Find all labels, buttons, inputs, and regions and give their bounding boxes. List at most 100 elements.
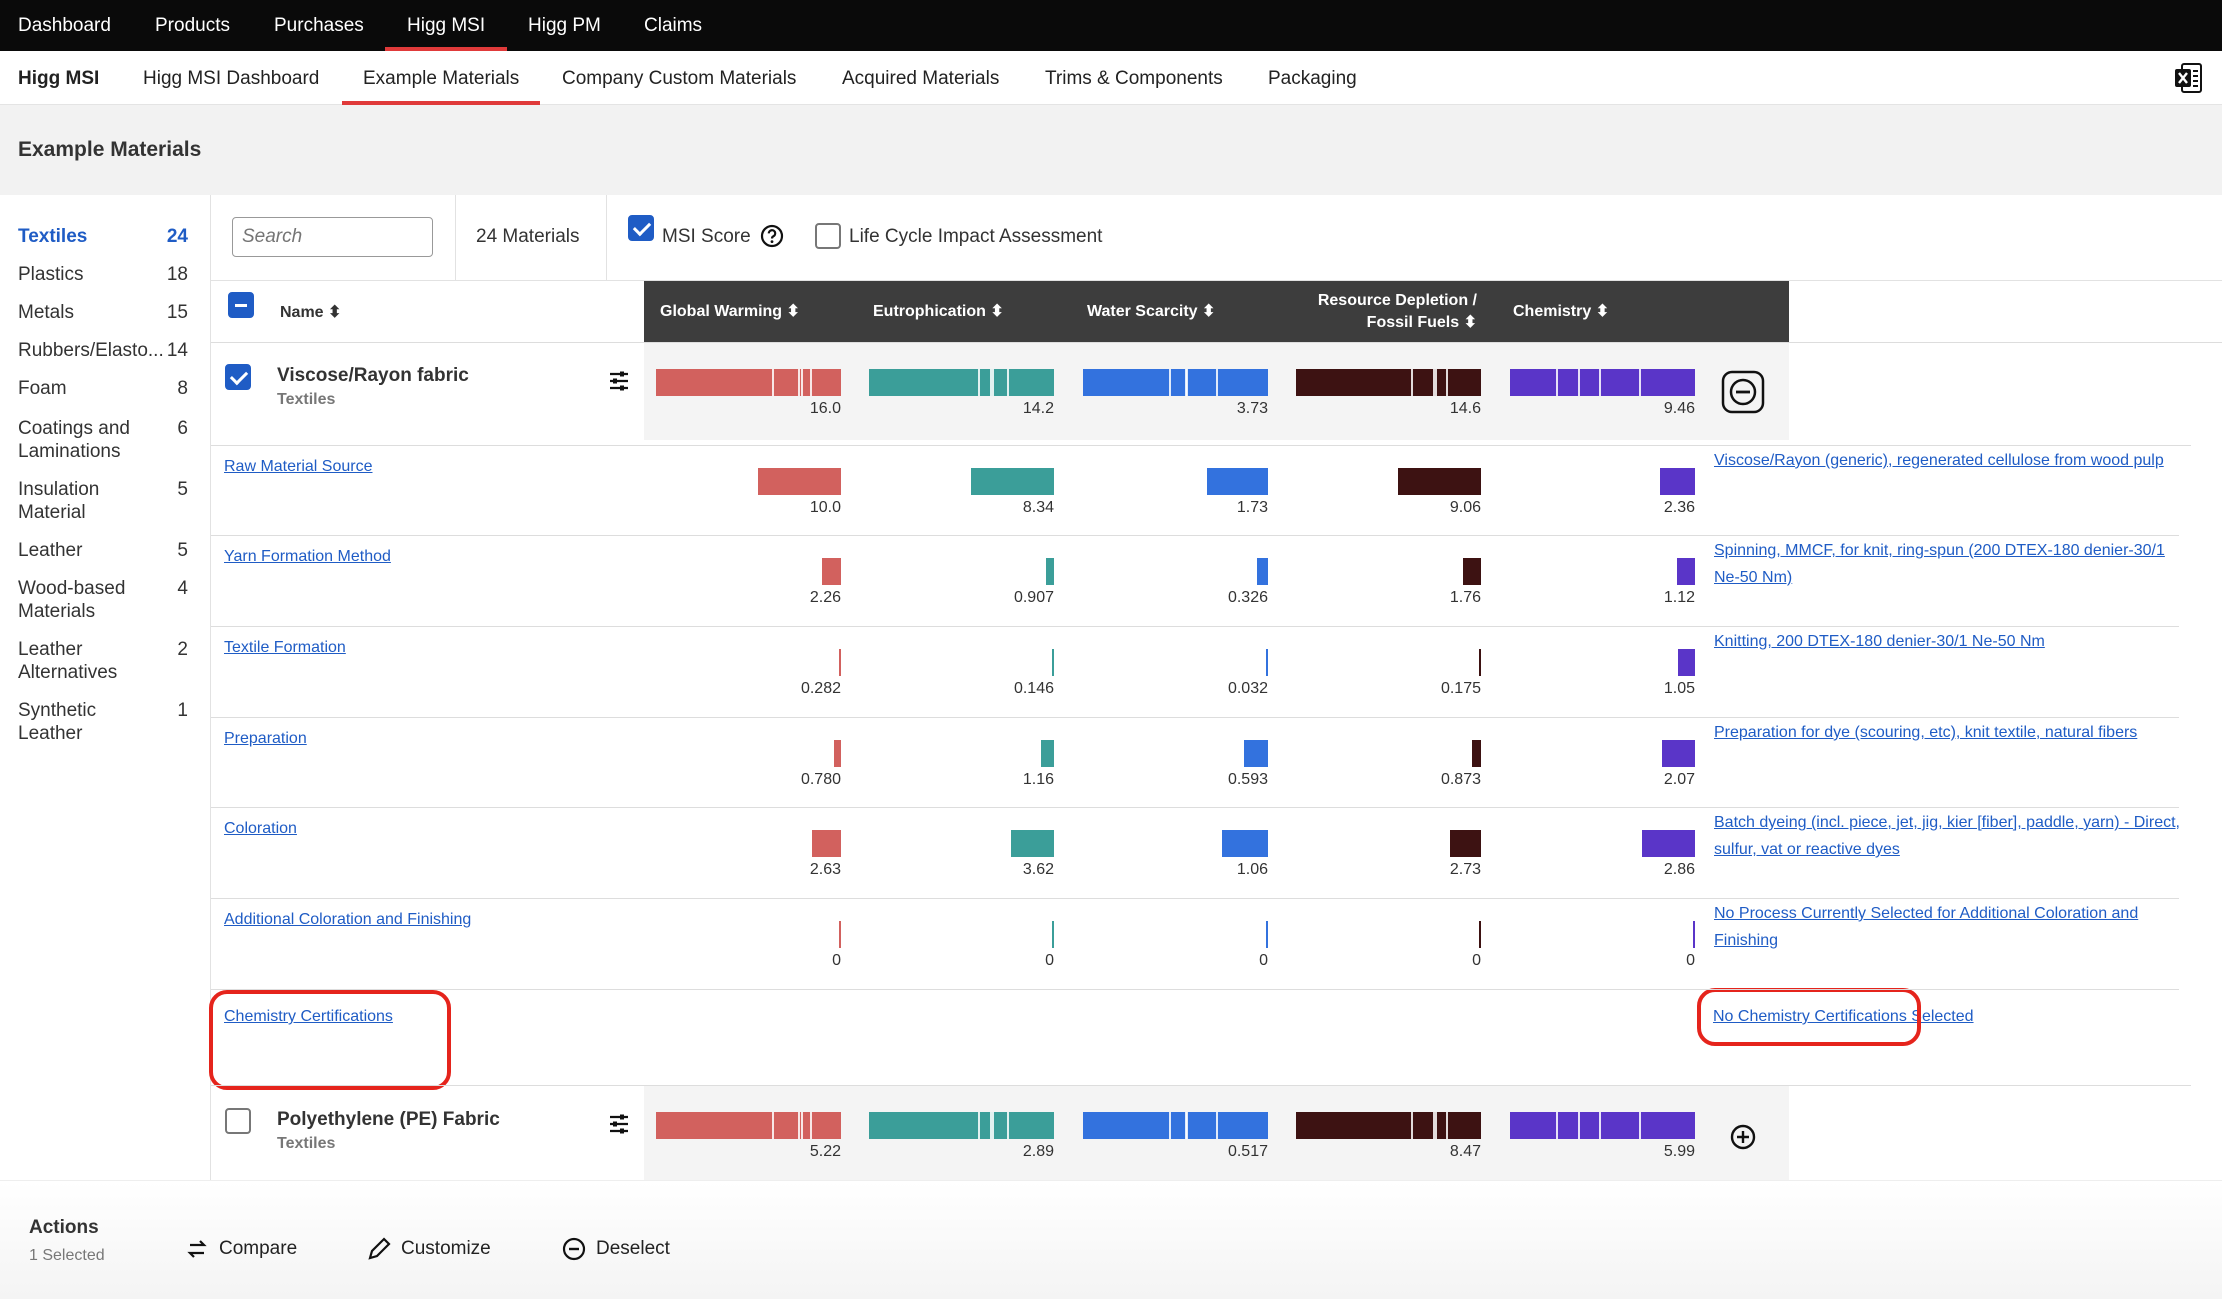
remove-material-icon[interactable] bbox=[1721, 370, 1765, 414]
customize-settings-icon[interactable] bbox=[608, 371, 630, 391]
tab-example-materials[interactable]: Example Materials bbox=[342, 51, 541, 105]
tab-trims-components[interactable]: Trims & Components bbox=[1045, 51, 1223, 105]
topnav-higg-msi[interactable]: Higg MSI bbox=[385, 0, 508, 51]
name-column-header[interactable]: Name ⬍ bbox=[280, 302, 341, 322]
stage-link[interactable]: Textile Formation bbox=[224, 639, 346, 657]
stage-label[interactable]: Additional Coloration and Finishing bbox=[224, 911, 471, 928]
stage-description[interactable]: Viscose/Rayon (generic), regenerated cel… bbox=[1714, 452, 2164, 469]
stage-link[interactable]: Raw Material Source bbox=[224, 458, 373, 476]
toolbar-divider bbox=[606, 195, 607, 281]
stage-link[interactable]: Coloration bbox=[224, 820, 297, 838]
topnav-dashboard[interactable]: Dashboard bbox=[18, 0, 111, 51]
stage-score-bar bbox=[1472, 740, 1481, 767]
sidebar-count-leather: 5 bbox=[177, 540, 188, 561]
stage-description-link[interactable]: Viscose/Rayon (generic), regenerated cel… bbox=[1714, 447, 2184, 474]
stage-score-value: 1.06 bbox=[1236, 861, 1268, 878]
customize-button[interactable]: Customize bbox=[367, 1237, 491, 1260]
deselect-button[interactable]: Deselect bbox=[562, 1237, 670, 1261]
stage-score-bar bbox=[1052, 921, 1054, 948]
stage-description[interactable]: Preparation for dye (scouring, etc), kni… bbox=[1714, 724, 2137, 741]
stage-score-value: 0.780 bbox=[800, 771, 841, 788]
topnav-higg-pm[interactable]: Higg PM bbox=[528, 0, 601, 51]
stage-score-value: 2.73 bbox=[1449, 861, 1481, 878]
stage-link[interactable]: Yarn Formation Method bbox=[224, 548, 391, 566]
stage-label[interactable]: Coloration bbox=[224, 820, 297, 837]
stage-score-value: 1.05 bbox=[1663, 680, 1695, 697]
sidebar-item-coatings[interactable]: Coatings and Laminations bbox=[18, 417, 148, 463]
stage-description-link[interactable]: No Process Currently Selected for Additi… bbox=[1714, 900, 2184, 954]
topnav-claims[interactable]: Claims bbox=[644, 0, 702, 51]
bar-segment-divider bbox=[1007, 369, 1009, 396]
tab-higg-msi-dashboard[interactable]: Higg MSI Dashboard bbox=[143, 51, 319, 105]
sidebar-item-insulation[interactable]: Insulation Material bbox=[18, 478, 148, 524]
sidebar-item-synthetic-leather[interactable]: Synthetic Leather bbox=[18, 699, 148, 745]
excel-icon[interactable] bbox=[2173, 62, 2203, 94]
stage-score-value: 1.12 bbox=[1663, 589, 1695, 606]
header-chemistry-label: Chemistry bbox=[1513, 303, 1592, 320]
stage-score-value: 0 bbox=[832, 952, 841, 969]
header-water-scarcity-label: Water Scarcity bbox=[1087, 303, 1198, 320]
sidebar-item-foam[interactable]: Foam bbox=[18, 377, 67, 400]
stage-score-value: 10.0 bbox=[809, 499, 841, 516]
material-checkbox[interactable] bbox=[225, 1108, 251, 1134]
stage-label[interactable]: Raw Material Source bbox=[224, 458, 373, 475]
msi-score-checkbox[interactable] bbox=[628, 215, 654, 241]
stage-score-value: 0.282 bbox=[800, 680, 841, 697]
topnav-products[interactable]: Products bbox=[155, 0, 230, 51]
header-resource-depletion[interactable]: Resource Depletion / Fossil Fuels ⬍ bbox=[1302, 290, 1477, 334]
stage-label[interactable]: Textile Formation bbox=[224, 639, 346, 656]
stage-label[interactable]: Yarn Formation Method bbox=[224, 548, 391, 565]
material-checkbox[interactable] bbox=[225, 364, 251, 390]
stage-description-link[interactable]: Preparation for dye (scouring, etc), kni… bbox=[1714, 719, 2184, 746]
header-global-warming[interactable]: Global Warming ⬍ bbox=[660, 281, 800, 343]
header-eutrophication-label: Eutrophication bbox=[873, 303, 986, 320]
stage-link[interactable]: Additional Coloration and Finishing bbox=[224, 911, 471, 929]
compare-button[interactable]: Compare bbox=[186, 1238, 297, 1260]
stage-label[interactable]: Preparation bbox=[224, 730, 307, 747]
add-material-icon[interactable] bbox=[1730, 1124, 1756, 1150]
bar-segment-divider bbox=[1411, 1112, 1413, 1139]
stage-description-link[interactable]: Spinning, MMCF, for knit, ring-spun (200… bbox=[1714, 537, 2184, 591]
bar-segment-divider bbox=[1578, 1112, 1580, 1139]
search-input[interactable] bbox=[232, 217, 433, 257]
stage-description[interactable]: Spinning, MMCF, for knit, ring-spun (200… bbox=[1714, 542, 2165, 586]
tab-company-custom-materials[interactable]: Company Custom Materials bbox=[562, 51, 796, 105]
bar-segment-divider bbox=[978, 1112, 980, 1139]
sidebar-item-textiles[interactable]: Textiles bbox=[18, 225, 87, 248]
select-all-checkbox[interactable] bbox=[228, 292, 254, 318]
sidebar-item-leather-alternatives[interactable]: Leather Alternatives bbox=[18, 638, 148, 684]
sidebar-item-metals[interactable]: Metals bbox=[18, 301, 74, 324]
material-name[interactable]: Viscose/Rayon fabric bbox=[277, 365, 469, 387]
sidebar-item-wood-based[interactable]: Wood-based Materials bbox=[18, 577, 148, 623]
row-divider bbox=[211, 445, 2191, 446]
stage-score-bar bbox=[1011, 830, 1054, 857]
bar-segment-divider bbox=[801, 369, 803, 396]
page-header: Example Materials bbox=[0, 105, 2222, 195]
stage-description[interactable]: Batch dyeing (incl. piece, jet, jig, kie… bbox=[1714, 814, 2180, 858]
sort-icon: ⬍ bbox=[1202, 303, 1216, 320]
stacked-score-bar bbox=[1510, 1112, 1695, 1139]
tab-packaging[interactable]: Packaging bbox=[1268, 51, 1357, 105]
sidebar-item-rubbers[interactable]: Rubbers/Elasto... bbox=[18, 339, 164, 362]
topnav-purchases[interactable]: Purchases bbox=[274, 0, 364, 51]
stage-description[interactable]: No Process Currently Selected for Additi… bbox=[1714, 905, 2138, 949]
material-name[interactable]: Polyethylene (PE) Fabric bbox=[277, 1109, 500, 1131]
header-chemistry[interactable]: Chemistry ⬍ bbox=[1513, 281, 1609, 343]
materials-panel: 24 Materials MSI Score Life Cycle Impact… bbox=[209, 195, 2222, 1180]
sidebar-item-leather[interactable]: Leather bbox=[18, 539, 82, 562]
header-water-scarcity[interactable]: Water Scarcity ⬍ bbox=[1087, 281, 1215, 343]
highlight-box bbox=[209, 990, 451, 1090]
sidebar-count-textiles: 24 bbox=[166, 226, 188, 247]
selected-count: 1 Selected bbox=[29, 1247, 105, 1264]
stage-description-link[interactable]: Knitting, 200 DTEX-180 denier-30/1 Ne-50… bbox=[1714, 628, 2184, 655]
sidebar-item-plastics[interactable]: Plastics bbox=[18, 263, 83, 286]
help-icon[interactable] bbox=[760, 224, 784, 248]
customize-settings-icon[interactable] bbox=[608, 1114, 630, 1134]
header-eutrophication[interactable]: Eutrophication ⬍ bbox=[873, 281, 1004, 343]
stage-score-value: 0 bbox=[1259, 952, 1268, 969]
stage-description[interactable]: Knitting, 200 DTEX-180 denier-30/1 Ne-50… bbox=[1714, 633, 2045, 650]
stage-link[interactable]: Preparation bbox=[224, 730, 307, 748]
tab-acquired-materials[interactable]: Acquired Materials bbox=[842, 51, 999, 105]
stage-description-link[interactable]: Batch dyeing (incl. piece, jet, jig, kie… bbox=[1714, 809, 2184, 863]
lca-checkbox[interactable] bbox=[815, 223, 841, 249]
